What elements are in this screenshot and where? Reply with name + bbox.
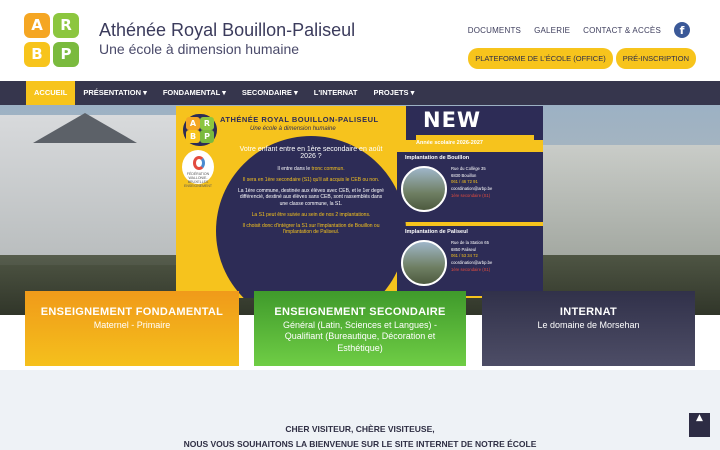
- welcome-line-2: NOUS VOUS SOUHAITONS LA BIENVENUE SUR LE…: [183, 439, 537, 449]
- bouillon-photo: [401, 166, 447, 212]
- card-title: INTERNAT: [559, 306, 618, 318]
- platform-button[interactable]: PLATEFORME DE L'ÉCOLE (OFFICE): [468, 48, 613, 69]
- fwb-logo: FÉDÉRATION WALLONIE-BRUXELLES ENSEIGNEME…: [182, 150, 214, 188]
- nav-internat[interactable]: L'INTERNAT: [306, 81, 366, 105]
- card-title: ENSEIGNEMENT SECONDAIRE: [274, 306, 446, 318]
- site-subtitle: Une école à dimension humaine: [99, 41, 300, 57]
- card-fondamental[interactable]: ENSEIGNEMENT FONDAMENTAL Maternel - Prim…: [25, 291, 239, 366]
- flyer-logo: A R B P: [183, 114, 217, 146]
- nav-accueil[interactable]: ACCUEIL: [26, 81, 76, 105]
- bouillon-panel: Implantation de Bouillon Rue du Collège …: [397, 152, 543, 222]
- site-title[interactable]: Athénée Royal Bouillon-Paliseul: [99, 20, 355, 41]
- card-internat[interactable]: INTERNAT Le domaine de Morsehan: [482, 291, 695, 366]
- school-year-label: Année scolaire 2026-2027: [416, 140, 483, 146]
- welcome-line-1: CHER VISITEUR, CHÈRE VISITEUSE,: [285, 424, 435, 434]
- link-contact[interactable]: CONTACT & ACCÈS: [583, 26, 661, 35]
- flyer-info-text: Votre enfant entre en 1ère secondaire en…: [238, 146, 384, 236]
- paliseul-photo: [401, 240, 447, 286]
- page: A R B P Athénée Royal Bouillon-Paliseul …: [0, 0, 720, 450]
- card-subtitle: Le domaine de Morsehan: [537, 320, 640, 330]
- flyer-school-name: ATHÉNÉE ROYAL BOUILLON-PALISEUL: [220, 115, 379, 124]
- logo-letter-p: P: [53, 42, 79, 67]
- main-nav: ACCUEIL PRÉSENTATION ▾ FONDAMENTAL ▾ SEC…: [0, 81, 720, 105]
- card-subtitle: Général (Latin, Sciences et Langues) - Q…: [282, 320, 438, 353]
- logo-letter-r: R: [53, 13, 79, 38]
- nav-secondaire[interactable]: SECONDAIRE ▾: [234, 81, 306, 105]
- top-links: DOCUMENTS GALERIE CONTACT & ACCÈS f: [468, 22, 690, 38]
- logo-letter-a: A: [24, 13, 50, 38]
- logo-letter-b: B: [24, 42, 50, 67]
- nav-fondamental[interactable]: FONDAMENTAL ▾: [155, 81, 234, 105]
- link-galerie[interactable]: GALERIE: [534, 26, 570, 35]
- school-logo[interactable]: A R B P: [24, 13, 81, 68]
- pre-registration-button[interactable]: PRÉ-INSCRIPTION: [615, 48, 696, 69]
- card-secondaire[interactable]: ENSEIGNEMENT SECONDAIRE Général (Latin, …: [254, 291, 466, 366]
- school-building-image: [0, 113, 180, 265]
- paliseul-panel: Implantation de Paliseul Rue de la Stati…: [397, 226, 543, 296]
- new-banner: NEW: [406, 106, 543, 147]
- link-documents[interactable]: DOCUMENTS: [468, 26, 521, 35]
- building-image-right: [540, 145, 720, 255]
- card-subtitle: Maternel - Primaire: [93, 320, 171, 330]
- facebook-icon[interactable]: f: [674, 22, 690, 38]
- nav-projets[interactable]: PROJETS ▾: [366, 81, 423, 105]
- flyer-tagline: Une école à dimension humaine: [250, 126, 336, 132]
- welcome-section: CHER VISITEUR, CHÈRE VISITEUSE, NOUS VOU…: [0, 370, 720, 450]
- nav-presentation[interactable]: PRÉSENTATION ▾: [75, 81, 155, 105]
- announcement-flyer[interactable]: A R B P ATHÉNÉE ROYAL BOUILLON-PALISEUL …: [176, 106, 543, 298]
- back-to-top-button[interactable]: ▲: [689, 413, 710, 437]
- card-title: ENSEIGNEMENT FONDAMENTAL: [40, 306, 224, 318]
- site-header: A R B P Athénée Royal Bouillon-Paliseul …: [0, 0, 720, 81]
- header-buttons: PLATEFORME DE L'ÉCOLE (OFFICE) PRÉ-INSCR…: [468, 48, 696, 69]
